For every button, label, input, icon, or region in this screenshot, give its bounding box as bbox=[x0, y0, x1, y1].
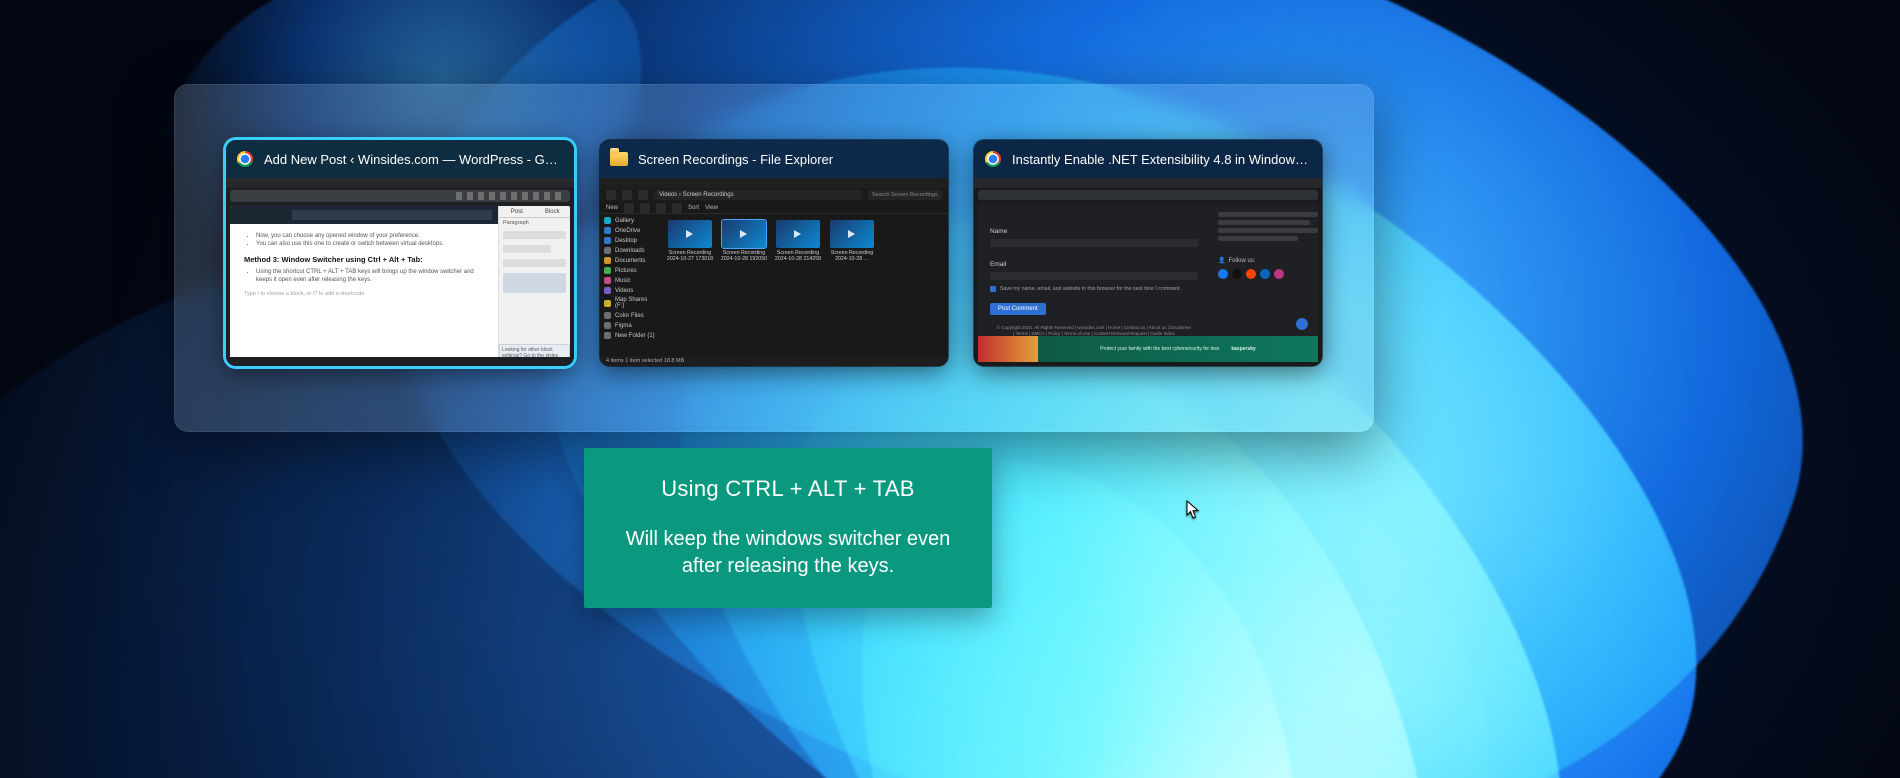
social-icons bbox=[1218, 269, 1310, 279]
sidebar-link bbox=[1218, 220, 1310, 225]
breadcrumb: Videos › Screen Recordings bbox=[654, 190, 862, 200]
submit-button: Post Comment bbox=[990, 303, 1046, 315]
file-item: Screen Recording 2024-10-28 214258 bbox=[774, 220, 822, 263]
explorer-file-grid: Screen Recording 2024-10-27 173018Screen… bbox=[660, 214, 948, 356]
preview-text: Now, you can choose any opened window of… bbox=[256, 232, 484, 240]
window-title: Screen Recordings - File Explorer bbox=[638, 152, 938, 167]
file-item: Screen Recording 2024-10-28 192050 bbox=[720, 220, 768, 263]
nav-item: Figma bbox=[604, 322, 656, 329]
preview-text: Using the shortcut CTRL + ALT + TAB keys… bbox=[256, 268, 484, 285]
search-input: Search Screen Recordings bbox=[868, 190, 942, 200]
window-titlebar: Instantly Enable .NET Extensibility 4.8 … bbox=[974, 140, 1322, 178]
nav-item: Color Files bbox=[604, 312, 656, 319]
status-bar: 4 items 1 item selected 18.8 MB bbox=[600, 356, 948, 366]
nav-item: Music bbox=[604, 277, 656, 284]
nav-item: Videos bbox=[604, 287, 656, 294]
nav-item: Map Shares (F:) bbox=[604, 297, 656, 309]
scroll-to-top-button bbox=[1296, 318, 1308, 330]
reddit-icon bbox=[1246, 269, 1256, 279]
sidebar-tab: Post bbox=[499, 206, 535, 218]
instagram-icon bbox=[1274, 269, 1284, 279]
sidebar-link bbox=[1218, 236, 1298, 241]
preview-hint: Type / to choose a block, or /? to add a… bbox=[244, 291, 484, 297]
nav-item: Desktop bbox=[604, 237, 656, 244]
task-switcher-panel: Add New Post ‹ Winsides.com — WordPress … bbox=[174, 84, 1374, 432]
up-icon bbox=[638, 190, 648, 200]
folder-icon bbox=[610, 150, 628, 168]
window-titlebar: Screen Recordings - File Explorer bbox=[600, 140, 948, 178]
window-preview: Name Email Save my name, email, and webs… bbox=[974, 178, 1322, 366]
form-checkbox: Save my name, email, and website in this… bbox=[990, 286, 1198, 292]
toolbar-view: View bbox=[705, 205, 718, 211]
toolbar-new: New bbox=[606, 205, 618, 211]
nav-item: Pictures bbox=[604, 267, 656, 274]
caption-line-1: Using CTRL + ALT + TAB bbox=[661, 476, 915, 502]
chrome-icon bbox=[236, 150, 254, 168]
preview-heading: Method 3: Window Switcher using Ctrl + A… bbox=[244, 255, 484, 264]
caption-line-2: Will keep the windows switcher even afte… bbox=[610, 526, 966, 580]
window-titlebar: Add New Post ‹ Winsides.com — WordPress … bbox=[226, 140, 574, 178]
preview-text: You can also use this one to create or s… bbox=[256, 240, 484, 248]
explorer-nav: Gallery OneDrive Desktop Downloads Documents… bbox=[600, 214, 660, 356]
form-label: Name bbox=[990, 228, 1198, 235]
follow-label: 👤 Follow us: bbox=[1218, 257, 1310, 264]
facebook-icon bbox=[1218, 269, 1228, 279]
copyright: © Copyright 2024. All Rights Reserved | … bbox=[990, 325, 1198, 337]
file-item: Screen Recording 2024-10-27 173018 bbox=[666, 220, 714, 263]
ad-banner: Protect your family with the best cybers… bbox=[978, 336, 1318, 362]
sidebar-link bbox=[1218, 212, 1318, 217]
sidebar-link bbox=[1218, 228, 1318, 233]
window-title: Instantly Enable .NET Extensibility 4.8 … bbox=[1012, 152, 1312, 167]
sidebar-section: Paragraph bbox=[499, 218, 570, 228]
switcher-window-article[interactable]: Instantly Enable .NET Extensibility 4.8 … bbox=[974, 140, 1322, 366]
back-icon bbox=[606, 190, 616, 200]
nav-item: OneDrive bbox=[604, 227, 656, 234]
switcher-window-wordpress[interactable]: Add New Post ‹ Winsides.com — WordPress … bbox=[226, 140, 574, 366]
window-preview: Videos › Screen Recordings Search Screen… bbox=[600, 178, 948, 366]
x-icon bbox=[1232, 269, 1242, 279]
nav-item: New Folder (1) bbox=[604, 332, 656, 339]
chrome-icon bbox=[984, 150, 1002, 168]
nav-item: Gallery bbox=[604, 217, 656, 224]
nav-item: Downloads bbox=[604, 247, 656, 254]
nav-item: Documents bbox=[604, 257, 656, 264]
window-title: Add New Post ‹ Winsides.com — WordPress … bbox=[264, 152, 564, 167]
linkedin-icon bbox=[1260, 269, 1270, 279]
instruction-caption: Using CTRL + ALT + TAB Will keep the win… bbox=[584, 448, 992, 608]
sidebar-tab: Block bbox=[535, 206, 571, 218]
forward-icon bbox=[622, 190, 632, 200]
window-preview: Now, you can choose any opened window of… bbox=[226, 178, 574, 366]
switcher-window-file-explorer[interactable]: Screen Recordings - File Explorer Videos… bbox=[600, 140, 948, 366]
form-label: Email bbox=[990, 261, 1198, 268]
toolbar-sort: Sort bbox=[688, 205, 699, 211]
file-item: Screen Recording 2024-10-28 … bbox=[828, 220, 876, 263]
